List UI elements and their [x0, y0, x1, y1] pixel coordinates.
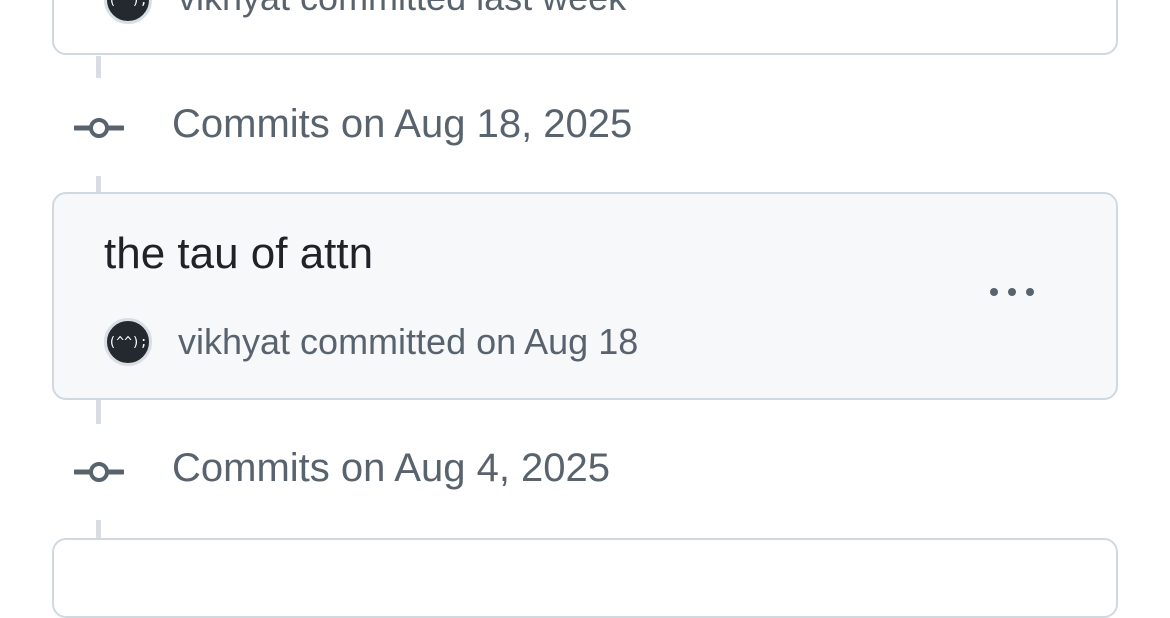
commit-meta: vikhyat committed on Aug 18 — [178, 324, 638, 360]
more-actions-button[interactable] — [974, 274, 1050, 310]
commit-meta: vikhyat committed last week — [178, 0, 626, 16]
commit-card-next[interactable] — [52, 538, 1118, 618]
avatar[interactable]: (^^); — [104, 0, 152, 24]
timeline-line — [96, 520, 101, 538]
avatar-text: (^^); — [108, 334, 148, 350]
commit-meta-text: committed on Aug 18 — [290, 321, 639, 362]
avatar-text: (^^); — [108, 0, 148, 8]
commit-author[interactable]: vikhyat — [178, 0, 290, 18]
commit-card[interactable]: the tau of attn (^^); vikhyat committed … — [52, 192, 1118, 400]
commit-group-heading: Commits on Aug 4, 2025 — [172, 446, 611, 490]
kebab-horizontal-icon-dot — [1026, 288, 1034, 296]
kebab-horizontal-icon-dot — [1008, 288, 1016, 296]
kebab-horizontal-icon-dot — [990, 288, 998, 296]
timeline-line — [96, 400, 101, 424]
commit-card-previous[interactable]: (^^); vikhyat committed last week — [52, 0, 1118, 55]
commit-group-heading: Commits on Aug 18, 2025 — [172, 102, 633, 146]
git-commit-icon — [74, 118, 124, 138]
commit-title[interactable]: the tau of attn — [104, 232, 373, 276]
commit-meta-text: committed last week — [290, 0, 626, 18]
timeline-line — [96, 56, 101, 78]
timeline-line — [96, 176, 101, 192]
avatar[interactable]: (^^); — [104, 318, 152, 366]
git-commit-icon — [74, 462, 124, 482]
commit-author[interactable]: vikhyat — [178, 321, 290, 362]
